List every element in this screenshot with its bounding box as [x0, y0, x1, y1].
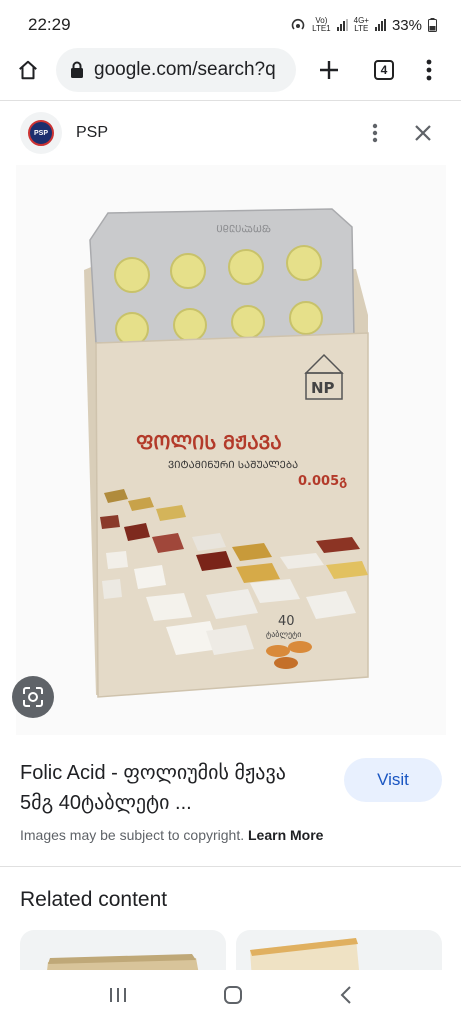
status-bar: 22:29 Vo) LTE1 4G+ LTE 33% — [0, 0, 461, 50]
product-box-illustration: ᲤᲝᲚᲘᲣᲛᲘ NP ᲤᲝᲚᲘᲡ ᲛᲟᲐᲕᲐ ᲕᲘᲢᲐᲛᲘᲜᲣᲠᲘ ᲡᲐᲨᲣᲐᲚ… — [84, 208, 369, 698]
system-nav-bar — [0, 970, 461, 1024]
source-logo[interactable]: PSP — [20, 112, 62, 154]
back-button[interactable] — [339, 985, 353, 1010]
source-logo-badge: PSP — [28, 120, 54, 146]
battery-icon — [428, 18, 437, 32]
product-subtitle: ᲕᲘᲢᲐᲛᲘᲜᲣᲠᲘ ᲡᲐᲨᲣᲐᲚᲔᲑᲐ — [168, 460, 298, 471]
back-icon — [340, 985, 351, 1004]
address-url: google.com/search?q — [94, 59, 276, 80]
hotspot-icon — [291, 18, 305, 30]
status-icons: Vo) LTE1 4G+ LTE 33% — [290, 17, 437, 34]
lens-icon — [23, 687, 43, 707]
copyright-text: Images may be subject to copyright. — [20, 827, 245, 843]
new-tab-button[interactable] — [296, 44, 362, 96]
more-options-button[interactable] — [351, 109, 399, 157]
tablet-count: 40 — [278, 614, 295, 629]
home-button[interactable] — [0, 44, 56, 96]
more-vert-icon — [426, 59, 432, 81]
network-indicator: 4G+ LTE — [353, 16, 369, 33]
learn-more-link[interactable]: Learn More — [248, 827, 323, 843]
product-dose: 0.005გ — [298, 474, 347, 489]
product-title: ᲤᲝᲚᲘᲡ ᲛᲟᲐᲕᲐ — [136, 432, 282, 454]
copyright-notice: Images may be subject to copyright. Lear… — [20, 827, 323, 843]
browser-menu-button[interactable] — [406, 44, 452, 96]
brand-logo-text: NP — [311, 379, 335, 397]
section-divider — [0, 866, 461, 867]
visit-button[interactable]: Visit — [344, 758, 442, 802]
product-image[interactable]: ᲤᲝᲚᲘᲣᲛᲘ NP ᲤᲝᲚᲘᲡ ᲛᲟᲐᲕᲐ ᲕᲘᲢᲐᲛᲘᲜᲣᲠᲘ ᲡᲐᲨᲣᲐᲚ… — [16, 165, 446, 735]
nav-home-icon — [224, 985, 243, 1004]
source-header: PSP PSP — [0, 108, 461, 158]
battery-percent: 33% — [391, 16, 422, 34]
more-vert-icon — [372, 123, 378, 143]
address-bar[interactable]: google.com/search?q — [56, 48, 296, 92]
recents-button[interactable] — [108, 986, 128, 1009]
blister-print: ᲤᲝᲚᲘᲣᲛᲘ — [216, 222, 271, 233]
home-icon — [19, 60, 37, 80]
related-heading: Related content — [20, 888, 168, 911]
source-name[interactable]: PSP — [76, 124, 351, 142]
close-button[interactable] — [399, 109, 447, 157]
volte-indicator: Vo) LTE1 — [312, 16, 331, 33]
close-icon — [415, 125, 431, 141]
lens-button[interactable] — [12, 676, 54, 718]
recents-icon — [109, 987, 126, 1002]
status-time: 22:29 — [28, 15, 71, 34]
tablet-count-unit: ტაბლეტი — [266, 629, 301, 639]
toolbar-divider — [0, 100, 461, 101]
lock-icon — [71, 61, 83, 78]
result-title[interactable]: Folic Acid - ფოლიუმის მჟავა 5მგ 40ტაბლეტ… — [20, 758, 320, 818]
tab-count: 4 — [374, 60, 394, 80]
signal-1-icon — [336, 19, 348, 31]
tab-switcher-button[interactable]: 4 — [362, 44, 406, 96]
signal-2-icon — [374, 19, 386, 31]
nav-home-button[interactable] — [223, 985, 243, 1010]
browser-toolbar: google.com/search?q 4 — [0, 44, 461, 96]
plus-icon — [320, 61, 338, 79]
